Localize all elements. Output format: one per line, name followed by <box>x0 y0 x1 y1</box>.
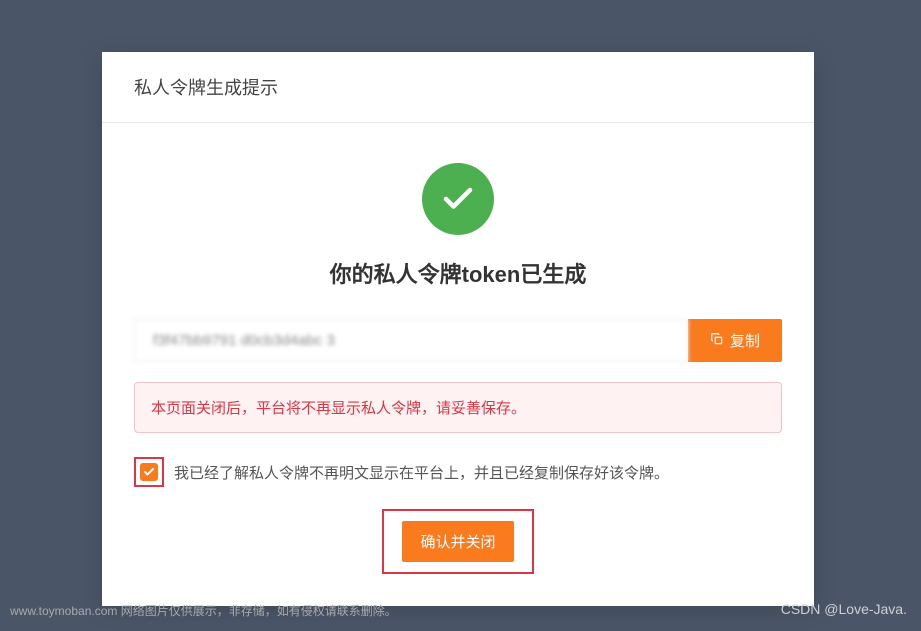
success-check-icon <box>422 163 494 235</box>
token-row: f3f47bb9791 d0cb3d4abc 3 复制 <box>134 319 782 362</box>
consent-checkbox[interactable] <box>140 463 158 481</box>
copy-icon <box>710 332 724 350</box>
modal-title: 私人令牌生成提示 <box>134 74 782 100</box>
modal-body: 你的私人令牌token已生成 f3f47bb9791 d0cb3d4abc 3 … <box>102 123 814 606</box>
modal-header: 私人令牌生成提示 <box>102 52 814 123</box>
copy-button[interactable]: 复制 <box>688 319 782 362</box>
copy-label: 复制 <box>730 330 760 351</box>
footer-watermark: CSDN @Love-Java. <box>781 601 907 617</box>
consent-row: 我已经了解私人令牌不再明文显示在平台上，并且已经复制保存好该令牌。 <box>134 457 782 487</box>
consent-text: 我已经了解私人令牌不再明文显示在平台上，并且已经复制保存好该令牌。 <box>174 462 782 483</box>
token-modal: 私人令牌生成提示 你的私人令牌token已生成 f3f47bb9791 d0cb… <box>102 52 814 606</box>
token-value: f3f47bb9791 d0cb3d4abc 3 <box>134 319 688 362</box>
footer-attribution: www.toymoban.com 网络图片仅供展示，非存储，如有侵权请联系删除。 <box>10 602 397 619</box>
consent-checkbox-highlight <box>134 457 164 487</box>
success-heading: 你的私人令牌token已生成 <box>134 257 782 289</box>
warning-box: 本页面关闭后，平台将不再显示私人令牌，请妥善保存。 <box>134 382 782 433</box>
confirm-button-highlight: 确认并关闭 <box>382 509 533 574</box>
confirm-close-button[interactable]: 确认并关闭 <box>402 521 513 562</box>
warning-text: 本页面关闭后，平台将不再显示私人令牌，请妥善保存。 <box>151 400 526 417</box>
